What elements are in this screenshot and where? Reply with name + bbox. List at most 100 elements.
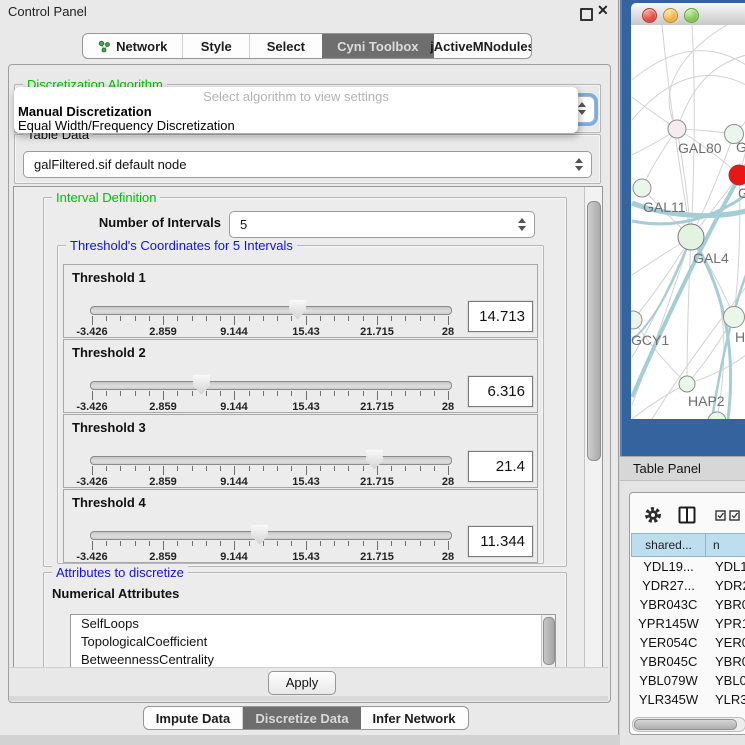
table-row[interactable]: YLR345WYLR3 bbox=[631, 690, 745, 709]
tab-infer-network[interactable]: Infer Network bbox=[361, 707, 467, 729]
network-canvas[interactable]: GAL80 GA G GAL11 GAL4 GCY1 H HAP2 bbox=[631, 25, 745, 419]
list-scrollbar-thumb[interactable] bbox=[543, 617, 555, 665]
node-h[interactable] bbox=[724, 307, 745, 328]
node-gal11[interactable] bbox=[633, 179, 651, 197]
table-data-combobox[interactable]: galFiltered.sif default node bbox=[23, 151, 592, 178]
tick-label: 2.859 bbox=[149, 551, 177, 563]
cell-shared[interactable]: YER054C bbox=[631, 633, 706, 652]
apply-button[interactable]: Apply bbox=[268, 671, 336, 695]
algorithm-placeholder-option[interactable]: Select algorithm to view settings bbox=[14, 89, 578, 104]
table-row[interactable]: YDR27...YDR2 bbox=[631, 576, 745, 595]
threshold-1-label: Threshold 1 bbox=[72, 270, 146, 285]
node-partial[interactable] bbox=[708, 412, 726, 419]
gear-icon[interactable] bbox=[644, 506, 662, 524]
list-scrollbar[interactable] bbox=[541, 615, 555, 669]
checkbox-checked-icon[interactable] bbox=[715, 510, 726, 521]
node-label: H bbox=[735, 329, 745, 345]
cell-name[interactable]: YBR0 bbox=[706, 652, 745, 671]
tab-network[interactable]: Network bbox=[83, 34, 183, 58]
list-item[interactable]: TopologicalCoefficient bbox=[71, 633, 555, 651]
tab-discretize-data[interactable]: Discretize Data bbox=[243, 707, 361, 729]
threshold-3-slider-track[interactable] bbox=[90, 456, 452, 465]
tab-jactivemnodules-label: jActiveMNodules bbox=[430, 39, 532, 54]
table-row[interactable]: YER054CYER0 bbox=[631, 633, 745, 652]
cell-name[interactable]: YBR0 bbox=[706, 595, 745, 614]
cell-name[interactable]: YPR1 bbox=[706, 614, 745, 633]
tick-label: 2.859 bbox=[149, 326, 177, 338]
tick-label: -3.426 bbox=[76, 401, 107, 413]
horizontal-scrollbar-thumb[interactable] bbox=[634, 719, 737, 730]
node-gcy1[interactable] bbox=[631, 311, 642, 329]
tick-label: 21.715 bbox=[360, 551, 394, 563]
tick-label: -3.426 bbox=[76, 476, 107, 488]
threshold-3-value-field[interactable]: 21.4 bbox=[468, 451, 533, 482]
tab-cyni-toolbox-label: Cyni Toolbox bbox=[337, 39, 418, 54]
cell-shared[interactable]: YDL19... bbox=[631, 557, 706, 576]
close-traffic-light[interactable] bbox=[642, 8, 657, 23]
network-window-titlebar[interactable] bbox=[631, 3, 745, 26]
window-title: Control Panel bbox=[8, 4, 87, 19]
table-row[interactable]: YBR045CYBR0 bbox=[631, 652, 745, 671]
algorithm-option-manual[interactable]: Manual Discretization bbox=[18, 104, 152, 119]
float-window-icon[interactable] bbox=[580, 8, 593, 21]
settings-scrollbar[interactable] bbox=[584, 187, 602, 668]
threshold-4-slider-track[interactable] bbox=[90, 531, 452, 540]
tick-label: 15.43 bbox=[292, 476, 320, 488]
cell-name[interactable]: YER0 bbox=[706, 633, 745, 652]
table-data-group: Table Data galFiltered.sif default node bbox=[14, 134, 601, 184]
threshold-4-value-field[interactable]: 11.344 bbox=[468, 526, 533, 557]
node-label: GAL11 bbox=[643, 199, 686, 215]
column-header-shared-name[interactable]: shared... bbox=[631, 533, 706, 557]
cell-shared[interactable]: YPR145W bbox=[631, 614, 706, 633]
tick-label: 28 bbox=[442, 326, 454, 338]
node-label: GAL4 bbox=[693, 250, 729, 266]
settings-scrollbar-thumb[interactable] bbox=[587, 201, 601, 461]
cell-shared[interactable]: YDR27... bbox=[631, 576, 706, 595]
threshold-2-label: Threshold 2 bbox=[72, 345, 146, 360]
table-row[interactable]: YPR145WYPR1 bbox=[631, 614, 745, 633]
tab-select[interactable]: Select bbox=[250, 34, 322, 58]
split-columns-icon[interactable] bbox=[678, 506, 696, 524]
node-gal4[interactable] bbox=[678, 224, 704, 250]
threshold-2-value-field[interactable]: 6.316 bbox=[468, 376, 533, 407]
attributes-group-title: Attributes to discretize bbox=[52, 565, 188, 580]
cell-shared[interactable]: YLR345W bbox=[631, 690, 706, 709]
cell-shared[interactable]: YBR043C bbox=[631, 595, 706, 614]
threshold-2-slider-track[interactable] bbox=[90, 381, 452, 390]
tab-impute-data[interactable]: Impute Data bbox=[144, 707, 243, 729]
cell-name[interactable]: YDL1 bbox=[706, 557, 745, 576]
list-item[interactable]: SelfLoops bbox=[71, 615, 555, 633]
horizontal-scrollbar[interactable] bbox=[632, 717, 745, 732]
cell-name[interactable]: YLR3 bbox=[706, 690, 745, 709]
tab-style-label: Style bbox=[201, 39, 232, 54]
column-header-name[interactable]: n bbox=[706, 533, 745, 557]
cell-name[interactable]: YBL0 bbox=[706, 671, 745, 690]
threshold-1-slider-track[interactable] bbox=[90, 306, 452, 315]
interval-definition-title: Interval Definition bbox=[52, 190, 160, 205]
zoom-traffic-light[interactable] bbox=[684, 8, 699, 23]
tick-label: 9.144 bbox=[220, 551, 248, 563]
cell-shared[interactable]: YBR045C bbox=[631, 652, 706, 671]
table-row[interactable]: YBL079WYBL0 bbox=[631, 671, 745, 690]
tab-infer-network-label: Infer Network bbox=[372, 711, 455, 726]
close-window-icon[interactable]: ✕ bbox=[597, 2, 609, 19]
threshold-1-value-field[interactable]: 14.713 bbox=[468, 301, 533, 332]
node-hap2[interactable] bbox=[679, 376, 695, 392]
tab-jactivemnodules[interactable]: jActiveMNodules bbox=[434, 34, 531, 58]
minimize-traffic-light[interactable] bbox=[663, 8, 678, 23]
checkbox-checked-icon[interactable] bbox=[729, 510, 740, 521]
number-of-intervals-combobox[interactable]: 5 bbox=[229, 211, 535, 238]
cell-name[interactable]: YDR2 bbox=[706, 576, 745, 595]
tick-label: 21.715 bbox=[360, 401, 394, 413]
combo-arrows-icon bbox=[573, 158, 584, 171]
cell-shared[interactable]: YBL079W bbox=[631, 671, 706, 690]
tab-style[interactable]: Style bbox=[183, 34, 250, 58]
table-panel-header: Table Panel bbox=[620, 456, 745, 481]
tab-cyni-toolbox[interactable]: Cyni Toolbox bbox=[322, 34, 434, 58]
algorithm-option-equal-width[interactable]: Equal Width/Frequency Discretization bbox=[18, 118, 235, 133]
node-red-selected[interactable] bbox=[729, 165, 745, 185]
table-row[interactable]: YDL19...YDL1 bbox=[631, 557, 745, 576]
table-data-value: galFiltered.sif default node bbox=[24, 157, 573, 172]
table-row[interactable]: YBR043CYBR0 bbox=[631, 595, 745, 614]
node-gal80[interactable] bbox=[668, 120, 686, 138]
